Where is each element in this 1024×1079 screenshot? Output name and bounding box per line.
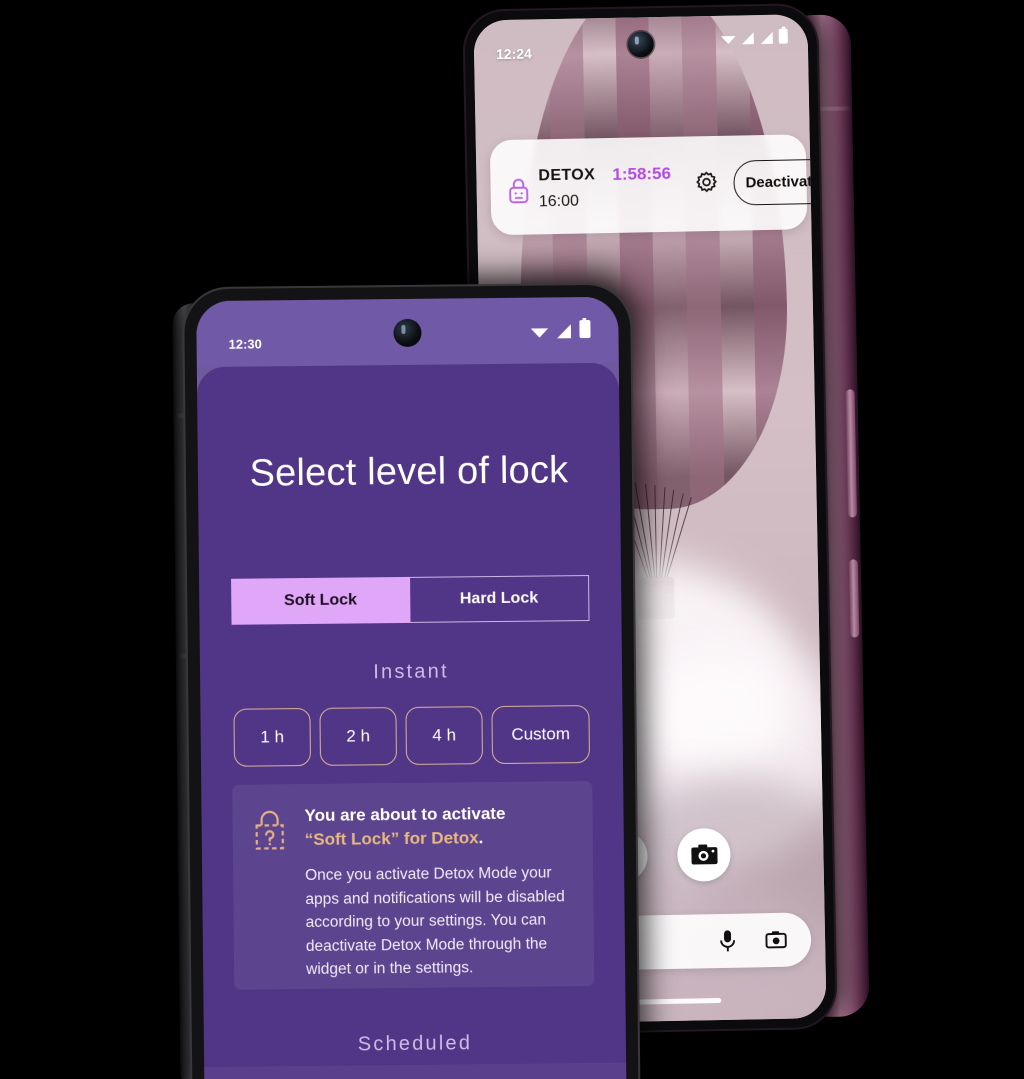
lock-level-sheet: Select level of lock Soft Lock Hard Lock… xyxy=(196,362,627,1079)
activation-info-card: You are about to activate “Soft Lock” fo… xyxy=(232,781,595,990)
front-camera-icon xyxy=(393,318,422,348)
page-title: Select level of lock xyxy=(249,449,569,495)
signal-icon xyxy=(557,324,572,339)
battery-icon xyxy=(579,320,591,339)
info-heading-period: . xyxy=(478,828,484,848)
tab-soft-lock[interactable]: Soft Lock xyxy=(231,576,411,625)
widget-countdown: 1:58:56 xyxy=(612,163,672,184)
lock-question-icon xyxy=(255,810,284,850)
info-heading-line1: You are about to activate xyxy=(304,803,506,826)
lock-level-tabs: Soft Lock Hard Lock xyxy=(231,575,590,625)
scheduled-section-label: Scheduled xyxy=(357,1032,473,1056)
detox-widget[interactable]: DETOX 1:58:56 16:00 Deactivate xyxy=(489,134,827,236)
camera-lens-icon[interactable] xyxy=(765,929,787,951)
duration-option-custom[interactable]: Custom xyxy=(491,705,590,765)
power-button[interactable] xyxy=(848,559,860,638)
lock-icon xyxy=(509,178,529,204)
deactivate-button[interactable]: Deactivate xyxy=(733,158,827,206)
front-phone-device: 12:30 Select level of lock Soft Lock Har… xyxy=(170,284,639,1079)
microphone-icon[interactable] xyxy=(718,929,737,953)
wifi-icon xyxy=(720,35,736,44)
tab-hard-lock[interactable]: Hard Lock xyxy=(409,575,590,623)
front-phone-status-bar: 12:30 xyxy=(196,296,619,368)
volume-button[interactable] xyxy=(845,389,858,518)
widget-app-name: DETOX xyxy=(538,166,596,185)
info-heading-quoted: “Soft Lock” for Detox xyxy=(304,828,479,850)
info-heading-line2: “Soft Lock” for Detox. xyxy=(305,828,484,850)
screenshot-canvas: 12:24 DETOX 1:58:56 16:00 Deactivate 12:… xyxy=(0,0,1024,1079)
duration-option-2h[interactable]: 2 h xyxy=(319,707,398,766)
battery-icon xyxy=(778,28,788,44)
signal-icon xyxy=(760,31,773,45)
instant-section-label: Instant xyxy=(373,660,449,684)
front-phone-chassis: 12:30 Select level of lock Soft Lock Har… xyxy=(184,284,639,1079)
status-time: 12:30 xyxy=(228,336,262,352)
gear-icon[interactable] xyxy=(694,170,718,194)
info-body-text: Once you activate Detox Mode your apps a… xyxy=(305,864,565,979)
status-time: 12:24 xyxy=(495,45,533,63)
front-phone-screen: 12:30 Select level of lock Soft Lock Har… xyxy=(196,296,627,1079)
scheduled-row: START Mon, 19:30 END Mon, 22:00 xyxy=(204,1062,627,1079)
widget-end-time: 16:00 xyxy=(538,192,580,211)
wifi-icon xyxy=(530,328,549,338)
back-phone-status-bar: 12:24 xyxy=(473,14,808,76)
duration-option-1h[interactable]: 1 h xyxy=(233,707,312,767)
duration-option-4h[interactable]: 4 h xyxy=(405,706,484,765)
signal-icon xyxy=(741,32,754,45)
front-camera-icon xyxy=(627,31,655,58)
instant-duration-options: 1 h 2 h 4 h Custom xyxy=(233,705,590,767)
